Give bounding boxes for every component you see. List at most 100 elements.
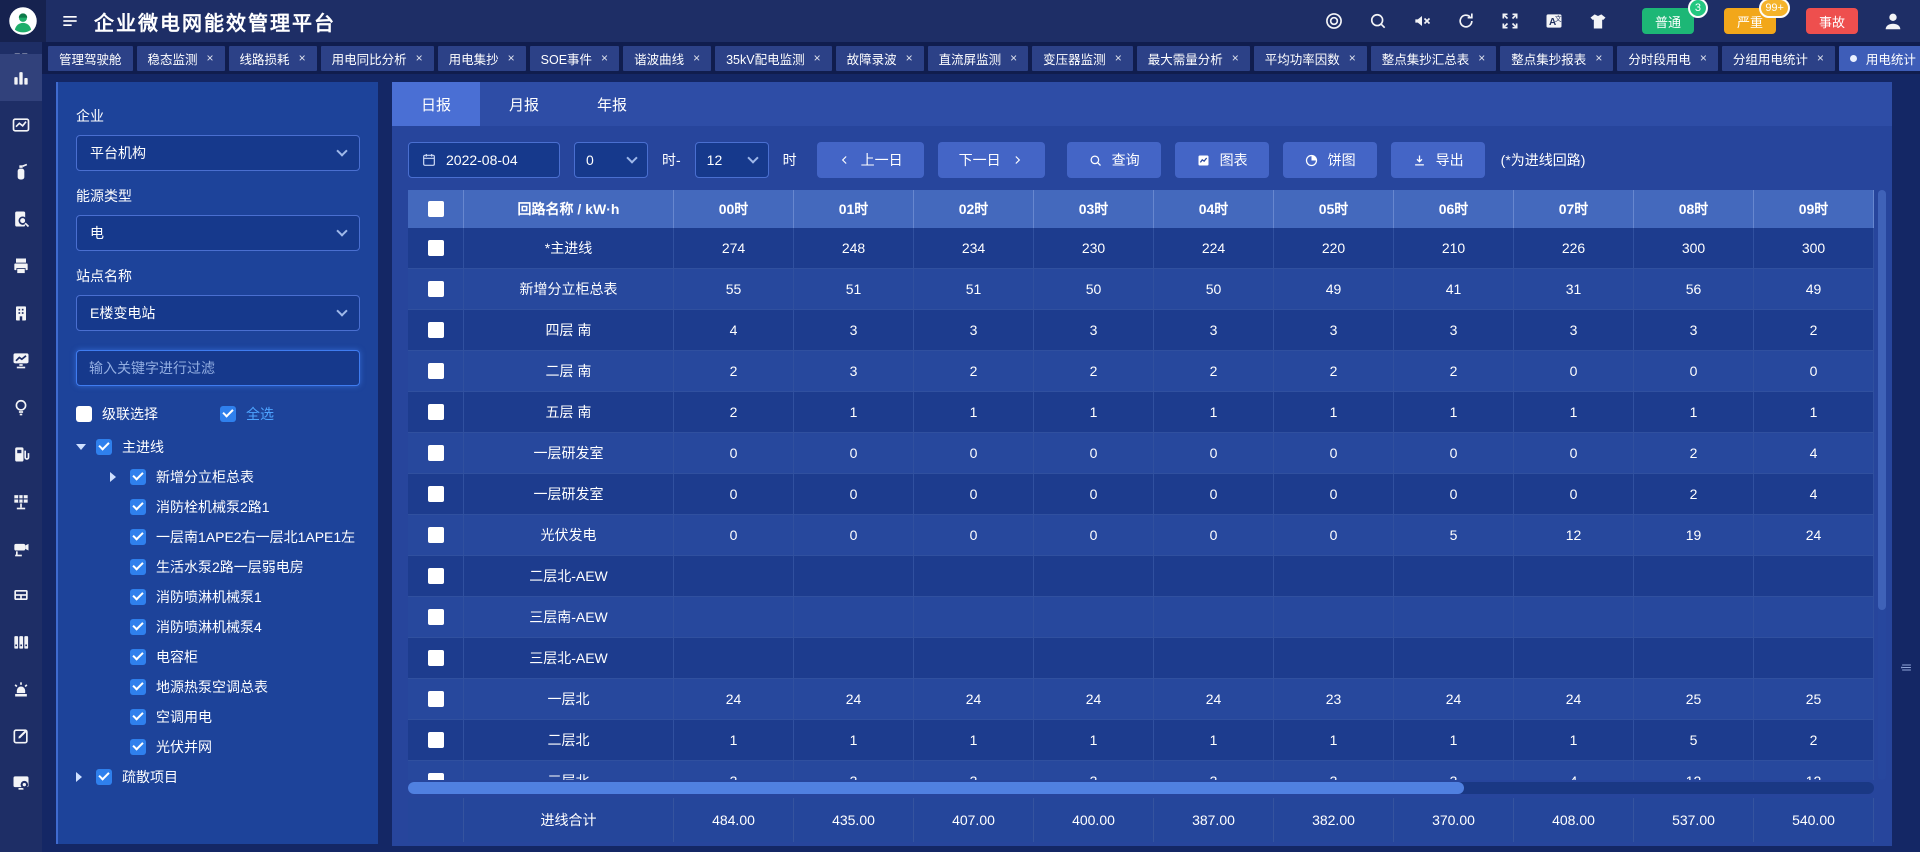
tree-item-label[interactable]: 电容柜 [156, 647, 198, 667]
tree-checkbox[interactable] [130, 529, 146, 545]
tree-item-label[interactable]: 新增分立柜总表 [156, 467, 254, 487]
vertical-scrollbar-thumb[interactable] [1878, 190, 1886, 610]
close-icon[interactable]: × [1232, 52, 1239, 64]
row-checkbox[interactable] [428, 568, 444, 584]
tree-item-label[interactable]: 消防喷淋机械泵1 [156, 587, 262, 607]
sidebar-item-ev-charger[interactable] [0, 430, 42, 477]
row-checkbox[interactable] [428, 445, 444, 461]
row-checkbox[interactable] [428, 240, 444, 256]
sidebar-item-bulb[interactable] [0, 383, 42, 430]
close-icon[interactable]: × [814, 52, 821, 64]
tree-checkbox[interactable] [130, 559, 146, 575]
refresh-icon[interactable] [1456, 11, 1476, 31]
close-icon[interactable]: × [299, 52, 306, 64]
tree-item[interactable]: 电容柜 [76, 642, 360, 672]
fullscreen-icon[interactable] [1500, 11, 1520, 31]
user-icon[interactable] [1882, 10, 1904, 32]
tree-checkbox[interactable] [130, 709, 146, 725]
close-icon[interactable]: × [1010, 52, 1017, 64]
tree-expand-arrow-icon[interactable] [76, 772, 82, 782]
prev-day-button[interactable]: 上一日 [817, 142, 924, 178]
tree-item-label[interactable]: 主进线 [122, 437, 164, 457]
row-checkbox[interactable] [428, 650, 444, 666]
hour-from-select[interactable]: 0 [574, 142, 648, 178]
tab-整点集抄报表[interactable]: 整点集抄报表× [1500, 46, 1613, 71]
tree-item[interactable]: 新增分立柜总表 [76, 462, 360, 492]
export-button[interactable]: 导出 [1391, 142, 1485, 178]
tree-item-label[interactable]: 疏散项目 [122, 767, 178, 787]
row-checkbox[interactable] [428, 732, 444, 748]
hour-to-select[interactable]: 12 [695, 142, 769, 178]
tab-直流屏监测[interactable]: 直流屏监测× [928, 46, 1029, 71]
sidebar-item-camera[interactable] [0, 524, 42, 571]
tab-谐波曲线[interactable]: 谐波曲线× [623, 46, 711, 71]
tree-item-label[interactable]: 光伏并网 [156, 737, 212, 757]
mute-icon[interactable] [1412, 11, 1432, 31]
tree-item[interactable]: 消防栓机械泵2路1 [76, 492, 360, 522]
tab-35kV配电监测[interactable]: 35kV配电监测× [715, 46, 832, 71]
close-icon[interactable]: × [693, 52, 700, 64]
tab-平均功率因数[interactable]: 平均功率因数× [1254, 46, 1367, 71]
tree-item[interactable]: 主进线 [76, 432, 360, 462]
tab-用电集抄[interactable]: 用电集抄× [438, 46, 526, 71]
close-icon[interactable]: × [416, 52, 423, 64]
chart-button[interactable]: 图表 [1175, 142, 1269, 178]
tab-管理驾驶舱[interactable]: 管理驾驶舱 [48, 46, 133, 71]
sidebar-item-archive[interactable] [0, 618, 42, 665]
sidebar-item-printer[interactable] [0, 242, 42, 289]
row-checkbox[interactable] [428, 404, 444, 420]
sidebar-item-solar-panel[interactable] [0, 477, 42, 524]
tree-item-label[interactable]: 空调用电 [156, 707, 212, 727]
close-icon[interactable]: × [508, 52, 515, 64]
sidebar-item-monitor-gear[interactable] [0, 759, 42, 806]
tree-item[interactable]: 生活水泵2路一层弱电房 [76, 552, 360, 582]
close-icon[interactable]: × [1817, 52, 1824, 64]
company-select[interactable]: 平台机构 [76, 135, 360, 171]
alarm-button-3[interactable]: 事故 [1806, 8, 1858, 34]
next-day-button[interactable]: 下一日 [938, 142, 1045, 178]
row-checkbox[interactable] [428, 691, 444, 707]
alarm-button-2[interactable]: 严重99+ [1724, 8, 1776, 34]
tree-checkbox[interactable] [130, 589, 146, 605]
translate-icon[interactable]: A文 [1544, 11, 1564, 31]
close-icon[interactable]: × [1115, 52, 1122, 64]
close-icon[interactable]: × [906, 52, 913, 64]
cascade-select-checkbox[interactable] [76, 406, 92, 422]
report-tab-月报[interactable]: 月报 [480, 82, 568, 126]
row-checkbox[interactable] [428, 486, 444, 502]
tab-最大需量分析[interactable]: 最大需量分析× [1137, 46, 1250, 71]
report-tab-年报[interactable]: 年报 [568, 82, 656, 126]
date-picker[interactable]: 2022-08-04 [408, 142, 560, 178]
tree-item[interactable]: 消防喷淋机械泵4 [76, 612, 360, 642]
horizontal-scrollbar[interactable] [408, 782, 1874, 794]
report-tab-日报[interactable]: 日报 [392, 82, 480, 126]
tree-item-label[interactable]: 消防栓机械泵2路1 [156, 497, 270, 517]
tab-用电同比分析[interactable]: 用电同比分析× [321, 46, 434, 71]
select-all-checkbox[interactable] [220, 406, 236, 422]
tree-item[interactable]: 空调用电 [76, 702, 360, 732]
tree-item-label[interactable]: 地源热泵空调总表 [156, 677, 268, 697]
tree-expand-arrow-icon[interactable] [76, 444, 86, 450]
search-icon[interactable] [1368, 11, 1388, 31]
row-checkbox[interactable] [428, 609, 444, 625]
tab-线路损耗[interactable]: 线路损耗× [229, 46, 317, 71]
tab-变压器监测[interactable]: 变压器监测× [1032, 46, 1133, 71]
tree-item[interactable]: 一层南1APE2右一层北1APE1左 [76, 522, 360, 552]
row-checkbox[interactable] [428, 773, 444, 780]
select-all-rows-checkbox[interactable] [428, 201, 444, 217]
panel-resize-handle-icon[interactable] [1899, 660, 1914, 675]
alarm-button-1[interactable]: 普通3 [1642, 8, 1694, 34]
sidebar-item-alarm-beacon[interactable] [0, 665, 42, 712]
tree-item-label[interactable]: 消防喷淋机械泵4 [156, 617, 262, 637]
tree-item[interactable]: 地源热泵空调总表 [76, 672, 360, 702]
close-icon[interactable]: × [1700, 52, 1707, 64]
sidebar-item-control-panel[interactable] [0, 571, 42, 618]
tree-item[interactable]: 疏散项目 [76, 762, 360, 792]
row-checkbox[interactable] [428, 527, 444, 543]
tree-checkbox[interactable] [130, 469, 146, 485]
station-select[interactable]: E楼变电站 [76, 295, 360, 331]
close-icon[interactable]: × [1595, 52, 1602, 64]
tab-整点集抄汇总表[interactable]: 整点集抄汇总表× [1371, 46, 1497, 71]
tree-checkbox[interactable] [130, 739, 146, 755]
tab-故障录波[interactable]: 故障录波× [836, 46, 924, 71]
